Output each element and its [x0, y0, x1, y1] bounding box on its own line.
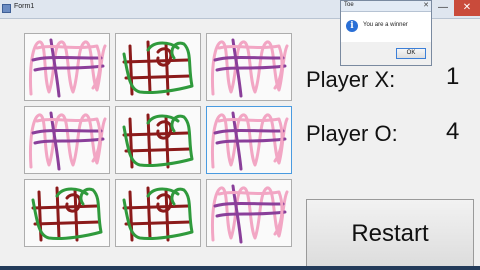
- close-button[interactable]: ✕: [454, 0, 480, 16]
- player-x-score: 1: [446, 63, 460, 90]
- x-mark-icon: [122, 113, 194, 169]
- dialog-title: Toe: [344, 2, 354, 8]
- title-bar-controls: — ✕: [433, 0, 480, 18]
- o-mark-icon: [29, 111, 107, 171]
- x-mark-icon: [31, 186, 103, 242]
- board-cell-4[interactable]: [24, 106, 110, 174]
- o-mark-icon: [211, 38, 289, 98]
- board-cell-5[interactable]: [115, 106, 201, 174]
- board-cell-7[interactable]: [24, 179, 110, 247]
- info-icon: i: [346, 20, 358, 32]
- player-o-score: 4: [446, 118, 460, 145]
- o-mark-icon: [211, 184, 289, 244]
- board-cell-1[interactable]: [24, 33, 110, 101]
- x-mark-icon: [122, 186, 194, 242]
- dialog-title-bar: Toe ✕: [341, 1, 431, 12]
- dialog-body: i You are a winner: [341, 12, 431, 42]
- o-mark-icon: [211, 111, 289, 171]
- dialog-ok-button[interactable]: OK: [396, 48, 426, 59]
- app-icon: [2, 4, 11, 13]
- board-cell-6[interactable]: [206, 106, 292, 174]
- taskbar-edge: [0, 266, 480, 270]
- minimize-button[interactable]: —: [433, 0, 453, 16]
- o-mark-icon: [29, 38, 107, 98]
- dialog-message: You are a winner: [363, 22, 408, 28]
- x-mark-icon: [122, 40, 194, 96]
- board-cell-8[interactable]: [115, 179, 201, 247]
- board-cell-2[interactable]: [115, 33, 201, 101]
- player-o-label: Player O:: [306, 121, 398, 146]
- message-dialog: Toe ✕ i You are a winner OK: [340, 0, 432, 66]
- restart-button[interactable]: Restart: [306, 199, 474, 269]
- board-cell-9[interactable]: [206, 179, 292, 247]
- window-title: Form1: [14, 3, 35, 10]
- board-cell-3[interactable]: [206, 33, 292, 101]
- dialog-close-icon[interactable]: ✕: [423, 1, 429, 9]
- player-x-label: Player X:: [306, 67, 396, 92]
